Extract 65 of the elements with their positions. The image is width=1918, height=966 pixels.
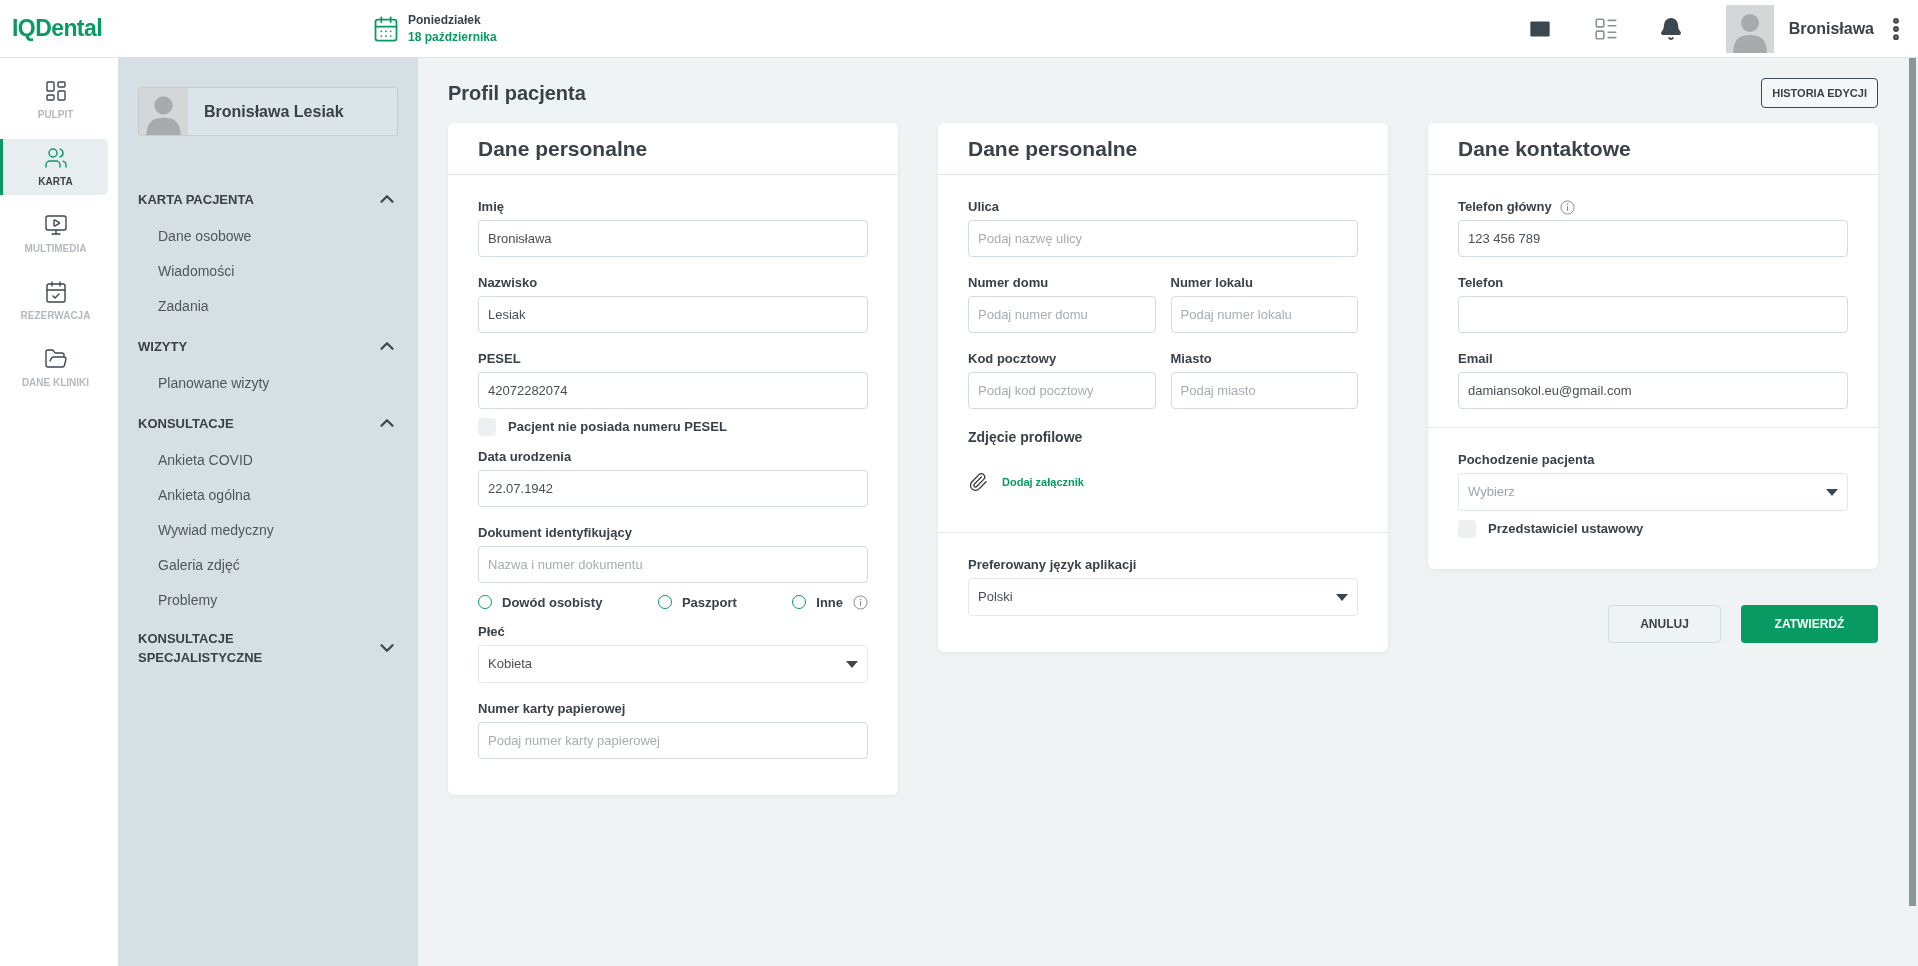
text-field[interactable]: Nazwa i numer dokumentu <box>478 545 868 583</box>
app-logo[interactable]: IQDental <box>0 11 372 46</box>
cancel-button[interactable]: ANULUJ <box>1608 604 1721 643</box>
text-field[interactable]: Podaj numer karty papierowej <box>478 722 868 759</box>
text-field[interactable]: Bronisława <box>478 220 868 257</box>
dropdown[interactable]: Polski <box>968 578 1358 616</box>
nav-link[interactable]: Wiadomości <box>138 254 398 289</box>
nav-section-header[interactable]: KARTA PACJENTA <box>138 185 398 213</box>
field-label: Miasto <box>1170 351 1212 367</box>
field-label: PESEL <box>478 351 521 367</box>
checkbox-label: Przedstawiciel ustawowy <box>1488 520 1644 538</box>
nav-link[interactable]: Planowane wizyty <box>138 366 398 401</box>
card-title: Dane kontaktowe <box>1458 135 1631 162</box>
text-field[interactable]: Podaj kod pocztowy <box>968 372 1156 409</box>
section-title: Zdjęcie profilowe <box>968 428 1084 447</box>
nav-link[interactable]: Zadania <box>138 289 398 324</box>
dropdown[interactable]: Kobieta <box>478 645 868 683</box>
weekday-text: Poniedziałek <box>408 11 482 29</box>
nav-link[interactable]: Ankieta COVID <box>138 443 398 478</box>
field-label: Numer karty papierowej <box>478 701 626 717</box>
nav-section-header[interactable]: KONSULTACJE SPECJALISTYCZNE <box>138 626 398 670</box>
text-field[interactable]: Podaj numer domu <box>968 296 1156 333</box>
date-text: 18 października <box>408 28 497 46</box>
field-label: Data urodzenia <box>478 448 572 465</box>
field-label: Kod pocztowy <box>968 351 1057 367</box>
field-label: Płeć <box>478 624 505 640</box>
nav-link[interactable]: Ankieta ogólna <box>138 478 398 513</box>
nav-section-header[interactable]: WIZYTY <box>138 332 398 360</box>
edit-history-button[interactable]: HISTORIA EDYCJI <box>1761 78 1878 108</box>
nav-section-header[interactable]: KONSULTACJE <box>138 409 398 437</box>
page-title: Profil pacjenta <box>448 81 586 106</box>
card-title: Dane personalne <box>478 135 648 162</box>
field-label: Dokument identyfikujący <box>478 524 632 541</box>
text-field[interactable]: Podaj numer lokalu <box>1170 296 1358 333</box>
text-field[interactable]: Podaj nazwę ulicy <box>968 220 1358 257</box>
field-label: Email <box>1458 351 1493 367</box>
nav-link[interactable]: Dane osobowe <box>138 219 398 254</box>
confirm-button[interactable]: ZATWIERDŹ <box>1741 604 1878 643</box>
card-title: Dane personalne <box>968 135 1138 162</box>
field-label: Ulica <box>968 199 1000 215</box>
text-field[interactable]: Podaj miasto <box>1170 372 1358 409</box>
text-field[interactable]: 42072282074 <box>478 372 868 409</box>
patient-name: Bronisława Lesiak <box>204 101 344 122</box>
radio-label: Paszport <box>681 593 737 612</box>
nav-link[interactable]: Galeria zdjęć <box>138 548 398 583</box>
checkbox-label: Pacjent nie posiada numeru PESEL <box>508 418 727 436</box>
text-field[interactable]: 22.07.1942 <box>478 469 868 507</box>
text-field[interactable]: 123 456 789 <box>1458 220 1848 257</box>
nav-link[interactable]: Wywiad medyczny <box>138 513 398 548</box>
field-label: Preferowany język aplikacji <box>968 557 1137 573</box>
nav-rail-item[interactable]: KARTA <box>0 139 108 195</box>
field-label: Pochodzenie pacjenta <box>1458 452 1595 468</box>
text-field[interactable]: damiansokol.eu@gmail.com <box>1458 372 1848 409</box>
field-label: Telefon <box>1458 275 1504 291</box>
radio-label: Inne <box>816 593 843 612</box>
user-name[interactable]: Bronisława <box>1788 16 1874 41</box>
add-attachment-link[interactable]: Dodaj załącznik <box>1002 473 1084 491</box>
field-label: Imię <box>478 199 504 215</box>
nav-link[interactable]: Problemy <box>138 583 398 618</box>
text-field[interactable]: Lesiak <box>478 296 868 333</box>
field-label: Nazwisko <box>478 275 538 291</box>
field-label: Numer lokalu <box>1170 275 1253 291</box>
field-label: Telefon główny <box>1458 199 1552 215</box>
field-label: Numer domu <box>968 275 1049 291</box>
radio-label: Dowód osobisty <box>502 593 603 612</box>
